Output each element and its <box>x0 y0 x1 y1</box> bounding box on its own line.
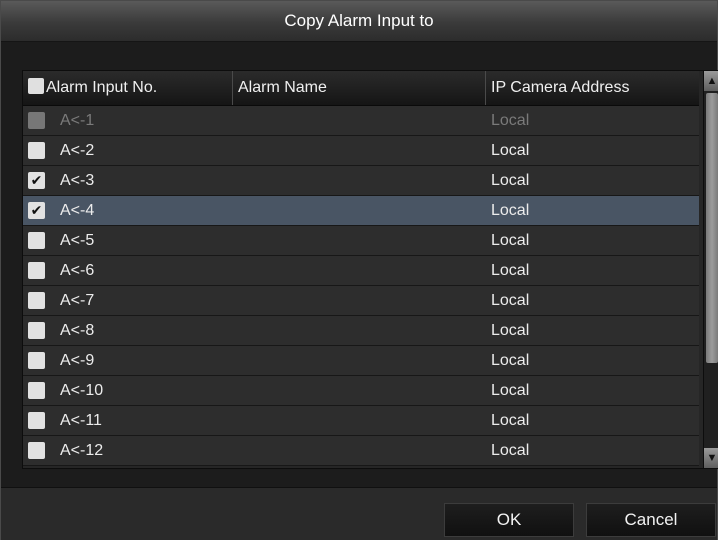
alarm-input-no: A<-11 <box>60 412 102 429</box>
ip-camera-address: Local <box>491 352 530 369</box>
copy-alarm-input-dialog: Copy Alarm Input to Alarm Input No. Alar… <box>0 0 718 540</box>
alarm-input-no: A<-2 <box>60 142 95 159</box>
row-checkbox[interactable] <box>28 412 45 429</box>
row-checkbox[interactable] <box>28 442 45 459</box>
alarm-input-no: A<-3 <box>60 172 95 189</box>
column-label-ip-camera-address: IP Camera Address <box>491 79 630 96</box>
ip-camera-address: Local <box>491 232 530 249</box>
table-row[interactable]: A<-9 Local <box>23 346 699 376</box>
table-body: A<-1 Local A<-2 Local ✔ A<-3 Local ✔ A<-4 Local A<… <box>23 106 699 466</box>
row-checkbox[interactable] <box>28 142 45 159</box>
row-checkbox[interactable] <box>28 232 45 249</box>
column-header-ip-camera-address[interactable]: IP Camera Address <box>486 71 699 105</box>
chevron-down-icon[interactable]: ▼ <box>704 448 718 468</box>
ip-camera-address: Local <box>491 142 530 159</box>
alarm-input-table: Alarm Input No. Alarm Name IP Camera Add… <box>22 70 718 469</box>
row-checkbox <box>28 112 45 129</box>
column-header-alarm-input-no[interactable]: Alarm Input No. <box>23 71 233 105</box>
table-row[interactable]: A<-8 Local <box>23 316 699 346</box>
column-label-alarm-name: Alarm Name <box>238 79 327 96</box>
table-row[interactable]: ✔ A<-4 Local <box>23 196 699 226</box>
row-checkbox[interactable] <box>28 352 45 369</box>
ip-camera-address: Local <box>491 262 530 279</box>
ip-camera-address: Local <box>491 172 530 189</box>
dialog-footer: OK Cancel <box>1 487 717 540</box>
alarm-input-no: A<-8 <box>60 322 95 339</box>
table-row[interactable]: ✔ A<-3 Local <box>23 166 699 196</box>
row-checkbox[interactable]: ✔ <box>28 202 45 219</box>
alarm-input-no: A<-1 <box>60 112 95 129</box>
row-checkbox[interactable] <box>28 382 45 399</box>
scrollbar-thumb[interactable] <box>706 93 718 363</box>
table-row[interactable]: A<-12 Local <box>23 436 699 466</box>
alarm-input-no: A<-10 <box>60 382 104 399</box>
ok-button[interactable]: OK <box>444 503 574 537</box>
row-checkbox[interactable]: ✔ <box>28 172 45 189</box>
table-row[interactable]: A<-11 Local <box>23 406 699 436</box>
table-row[interactable]: A<-1 Local <box>23 106 699 136</box>
column-label-alarm-input-no: Alarm Input No. <box>46 79 158 96</box>
vertical-scrollbar[interactable]: ▲ ▼ <box>703 71 718 468</box>
table-row[interactable]: A<-7 Local <box>23 286 699 316</box>
cancel-button[interactable]: Cancel <box>586 503 716 537</box>
table-row[interactable]: A<-10 Local <box>23 376 699 406</box>
ip-camera-address: Local <box>491 292 530 309</box>
row-checkbox[interactable] <box>28 292 45 309</box>
alarm-input-no: A<-9 <box>60 352 95 369</box>
ip-camera-address: Local <box>491 442 530 459</box>
ip-camera-address: Local <box>491 382 530 399</box>
table-row[interactable]: A<-5 Local <box>23 226 699 256</box>
ip-camera-address: Local <box>491 112 530 129</box>
alarm-input-no: A<-4 <box>60 202 95 219</box>
select-all-checkbox[interactable] <box>28 78 44 95</box>
alarm-input-no: A<-12 <box>60 442 104 459</box>
dialog-title: Copy Alarm Input to <box>1 1 717 42</box>
alarm-input-no: A<-7 <box>60 292 95 309</box>
table-row[interactable]: A<-6 Local <box>23 256 699 286</box>
row-checkbox[interactable] <box>28 322 45 339</box>
column-header-alarm-name[interactable]: Alarm Name <box>233 71 486 105</box>
table-row[interactable]: A<-2 Local <box>23 136 699 166</box>
row-checkbox[interactable] <box>28 262 45 279</box>
table-header: Alarm Input No. Alarm Name IP Camera Add… <box>23 71 699 106</box>
alarm-input-no: A<-5 <box>60 232 95 249</box>
ip-camera-address: Local <box>491 412 530 429</box>
ip-camera-address: Local <box>491 202 530 219</box>
chevron-up-icon[interactable]: ▲ <box>704 71 718 91</box>
alarm-input-no: A<-6 <box>60 262 95 279</box>
ip-camera-address: Local <box>491 322 530 339</box>
